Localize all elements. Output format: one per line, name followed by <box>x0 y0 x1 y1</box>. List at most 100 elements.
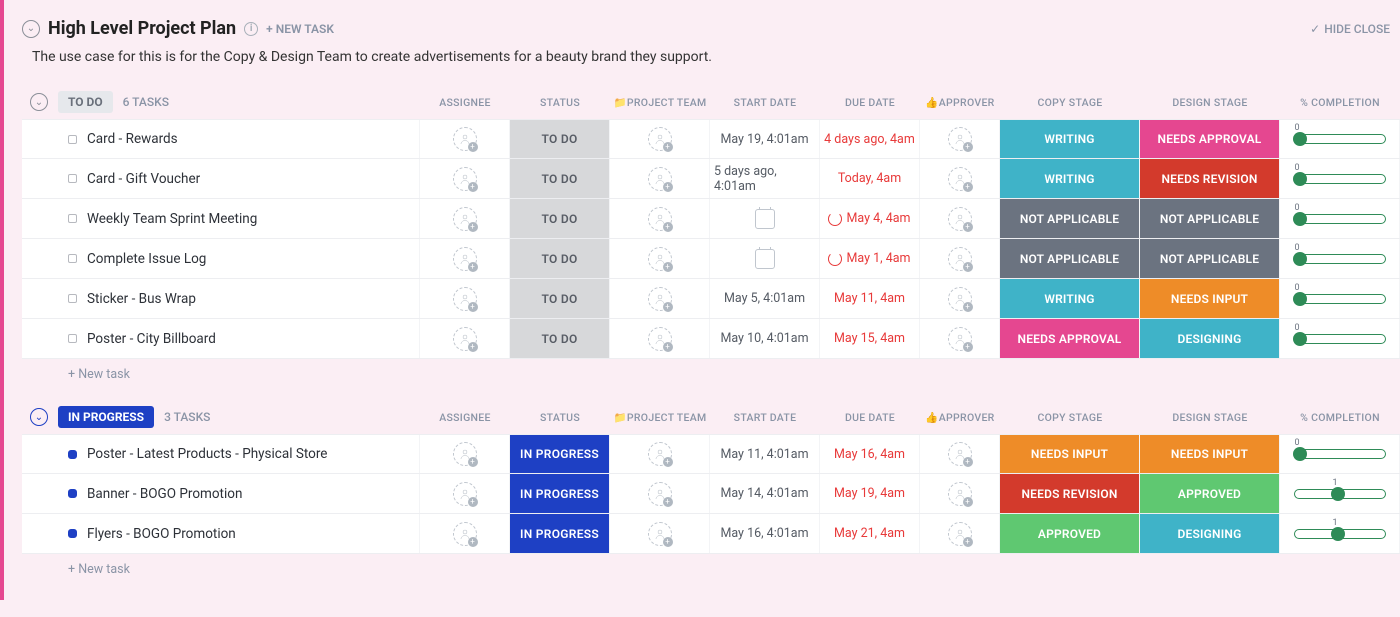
col-due-date[interactable]: DUE DATE <box>820 96 920 109</box>
task-row[interactable]: Banner - BOGO Promotion IN PROGRESS May … <box>22 474 1400 514</box>
copy-stage-cell[interactable]: NEEDS INPUT <box>1000 435 1140 473</box>
due-date[interactable]: May 1, 4am <box>846 251 910 266</box>
design-stage-cell[interactable]: NOT APPLICABLE <box>1140 239 1280 278</box>
assignee-cell[interactable] <box>420 239 510 278</box>
add-assignee-icon[interactable] <box>648 287 672 311</box>
add-assignee-icon[interactable] <box>453 167 477 191</box>
task-row[interactable]: Poster - Latest Products - Physical Stor… <box>22 434 1400 474</box>
add-assignee-icon[interactable] <box>453 482 477 506</box>
new-task-button[interactable]: + NEW TASK <box>266 22 334 36</box>
progress-slider[interactable]: 1 <box>1294 489 1386 499</box>
task-status-bullet[interactable] <box>68 294 77 303</box>
approver-cell[interactable] <box>920 199 1000 238</box>
completion-cell[interactable]: 0 <box>1280 199 1400 238</box>
start-date-cell[interactable]: May 11, 4:01am <box>710 435 820 473</box>
copy-stage-cell[interactable]: WRITING <box>1000 279 1140 318</box>
due-date-cell[interactable]: May 19, 4am <box>820 474 920 513</box>
collapse-section-icon[interactable]: ⌄ <box>22 20 40 38</box>
progress-slider[interactable]: 0 <box>1294 334 1386 344</box>
due-date-cell[interactable]: May 4, 4am <box>820 199 920 238</box>
add-assignee-icon[interactable] <box>453 522 477 546</box>
col-due-date[interactable]: DUE DATE <box>820 411 920 424</box>
status-cell[interactable]: TO DO <box>510 279 610 318</box>
start-date-cell[interactable]: 5 days ago, 4:01am <box>710 159 820 198</box>
completion-cell[interactable]: 0 <box>1280 319 1400 358</box>
task-row[interactable]: Poster - City Billboard TO DO May 10, 4:… <box>22 319 1400 359</box>
design-stage-cell[interactable]: NOT APPLICABLE <box>1140 199 1280 238</box>
due-date[interactable]: May 19, 4am <box>834 486 905 501</box>
add-assignee-icon[interactable] <box>948 247 972 271</box>
due-date-cell[interactable]: May 1, 4am <box>820 239 920 278</box>
start-date-cell[interactable]: May 10, 4:01am <box>710 319 820 358</box>
task-name-cell[interactable]: Sticker - Bus Wrap <box>22 279 420 318</box>
calendar-icon[interactable] <box>755 249 775 269</box>
info-icon[interactable]: i <box>244 22 258 36</box>
design-stage-cell[interactable]: APPROVED <box>1140 474 1280 513</box>
start-date[interactable]: 5 days ago, 4:01am <box>714 164 815 194</box>
collapse-group-icon[interactable]: ⌄ <box>30 408 48 426</box>
start-date[interactable]: May 16, 4:01am <box>720 526 808 541</box>
project-team-cell[interactable] <box>610 239 710 278</box>
col-assignee[interactable]: ASSIGNEE <box>420 96 510 109</box>
progress-slider[interactable]: 0 <box>1294 134 1386 144</box>
col-project-team[interactable]: 📁PROJECT TEAM <box>610 411 710 424</box>
task-row[interactable]: Complete Issue Log TO DO May 1, 4am NOT … <box>22 239 1400 279</box>
task-name-cell[interactable]: Flyers - BOGO Promotion <box>22 514 420 553</box>
add-assignee-icon[interactable] <box>453 127 477 151</box>
assignee-cell[interactable] <box>420 120 510 158</box>
add-assignee-icon[interactable] <box>948 327 972 351</box>
status-cell[interactable]: TO DO <box>510 120 610 158</box>
progress-slider[interactable]: 0 <box>1294 294 1386 304</box>
project-team-cell[interactable] <box>610 435 710 473</box>
start-date-cell[interactable]: May 5, 4:01am <box>710 279 820 318</box>
approver-cell[interactable] <box>920 319 1000 358</box>
task-name-cell[interactable]: Card - Rewards <box>22 120 420 158</box>
task-status-bullet[interactable] <box>68 489 77 498</box>
status-cell[interactable]: TO DO <box>510 159 610 198</box>
copy-stage-cell[interactable]: NOT APPLICABLE <box>1000 239 1140 278</box>
status-cell[interactable]: IN PROGRESS <box>510 514 610 553</box>
due-date[interactable]: Today, 4am <box>838 171 901 186</box>
col-design-stage[interactable]: DESIGN STAGE <box>1140 96 1280 109</box>
copy-stage-cell[interactable]: NEEDS APPROVAL <box>1000 319 1140 358</box>
assignee-cell[interactable] <box>420 159 510 198</box>
design-stage-cell[interactable]: NEEDS APPROVAL <box>1140 120 1280 158</box>
add-assignee-icon[interactable] <box>648 327 672 351</box>
project-team-cell[interactable] <box>610 199 710 238</box>
start-date[interactable]: May 5, 4:01am <box>724 291 805 306</box>
approver-cell[interactable] <box>920 474 1000 513</box>
start-date-cell[interactable] <box>710 199 820 238</box>
completion-cell[interactable]: 1 <box>1280 474 1400 513</box>
add-assignee-icon[interactable] <box>648 482 672 506</box>
task-row[interactable]: Card - Rewards TO DO May 19, 4:01am 4 da… <box>22 119 1400 159</box>
completion-cell[interactable]: 0 <box>1280 435 1400 473</box>
approver-cell[interactable] <box>920 514 1000 553</box>
add-assignee-icon[interactable] <box>648 247 672 271</box>
add-assignee-icon[interactable] <box>948 287 972 311</box>
add-assignee-icon[interactable] <box>648 167 672 191</box>
new-task-row[interactable]: + New task <box>22 554 1400 581</box>
design-stage-cell[interactable]: NEEDS INPUT <box>1140 435 1280 473</box>
col-copy-stage[interactable]: COPY STAGE <box>1000 96 1140 109</box>
add-assignee-icon[interactable] <box>648 522 672 546</box>
task-name-cell[interactable]: Card - Gift Voucher <box>22 159 420 198</box>
status-cell[interactable]: TO DO <box>510 319 610 358</box>
task-row[interactable]: Weekly Team Sprint Meeting TO DO May 4, … <box>22 199 1400 239</box>
task-name-cell[interactable]: Weekly Team Sprint Meeting <box>22 199 420 238</box>
task-status-bullet[interactable] <box>68 135 77 144</box>
task-row[interactable]: Sticker - Bus Wrap TO DO May 5, 4:01am M… <box>22 279 1400 319</box>
task-name-cell[interactable]: Poster - City Billboard <box>22 319 420 358</box>
col-copy-stage[interactable]: COPY STAGE <box>1000 411 1140 424</box>
hide-closed-button[interactable]: ✓ HIDE CLOSE <box>1310 22 1390 36</box>
design-stage-cell[interactable]: NEEDS REVISION <box>1140 159 1280 198</box>
add-assignee-icon[interactable] <box>648 207 672 231</box>
due-date-cell[interactable]: May 11, 4am <box>820 279 920 318</box>
due-date-cell[interactable]: Today, 4am <box>820 159 920 198</box>
task-name-cell[interactable]: Poster - Latest Products - Physical Stor… <box>22 435 420 473</box>
copy-stage-cell[interactable]: NOT APPLICABLE <box>1000 199 1140 238</box>
col-project-team[interactable]: 📁PROJECT TEAM <box>610 96 710 109</box>
project-team-cell[interactable] <box>610 279 710 318</box>
assignee-cell[interactable] <box>420 435 510 473</box>
completion-cell[interactable]: 0 <box>1280 239 1400 278</box>
project-team-cell[interactable] <box>610 514 710 553</box>
